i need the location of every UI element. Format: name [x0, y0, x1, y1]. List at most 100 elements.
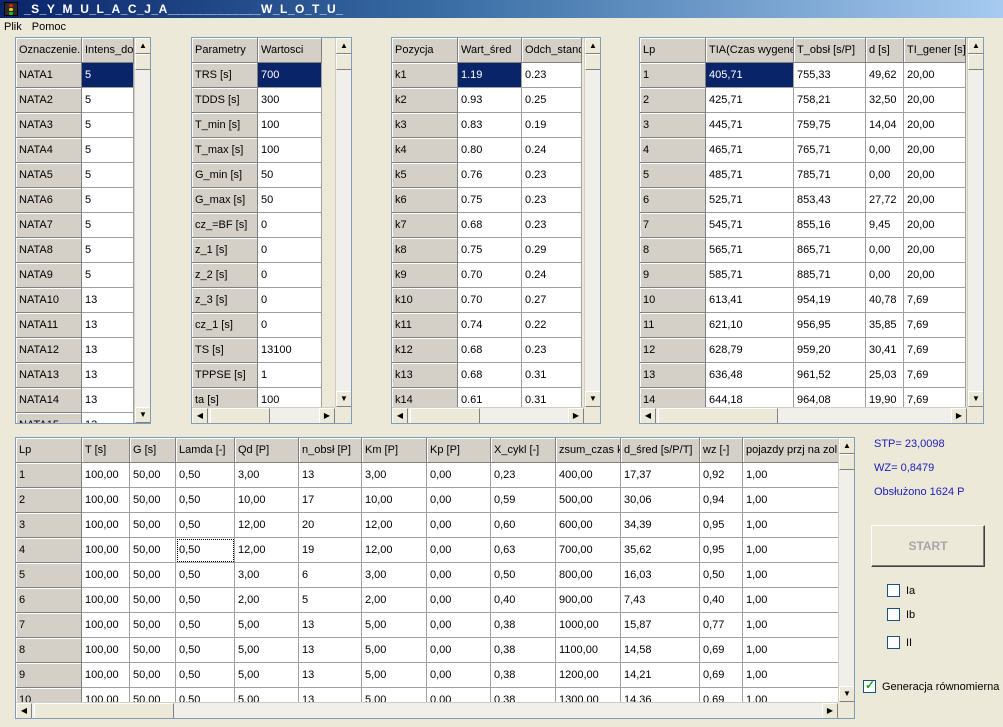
table-cell[interactable]: 0.19	[522, 113, 582, 138]
scroll-down-icon[interactable]: ▼	[585, 391, 600, 407]
table-cell[interactable]: 0.74	[458, 313, 522, 338]
table-cell[interactable]: 13	[82, 313, 134, 338]
nata-intensity-grid[interactable]: Oznaczenie. Intens_dop NATA1 5 NATA2 5 NATA3 5 N…	[15, 37, 151, 424]
column-header[interactable]: wz [-]	[700, 438, 743, 463]
vertical-scroll-thumb[interactable]	[336, 54, 351, 70]
scroll-right-icon[interactable]: ▶	[568, 408, 584, 423]
table-cell[interactable]: 5,00	[362, 638, 427, 663]
table-cell[interactable]: 0.76	[458, 163, 522, 188]
scroll-down-icon[interactable]: ▼	[968, 391, 983, 407]
table-row[interactable]: z_3 [s] 0	[192, 288, 322, 313]
table-cell[interactable]: 700	[258, 63, 322, 88]
table-cell[interactable]: 100	[258, 113, 322, 138]
table-cell[interactable]: 100,00	[82, 563, 130, 588]
table-row[interactable]: k5 0.76 0.23	[392, 163, 582, 188]
column-header[interactable]: d_śred [s/P/T]	[621, 438, 700, 463]
table-cell[interactable]: 0.68	[458, 338, 522, 363]
table-cell[interactable]: 0	[258, 213, 322, 238]
table-row[interactable]: NATA12 13	[16, 338, 134, 363]
table-row[interactable]: NATA6 5	[16, 188, 134, 213]
scroll-right-icon[interactable]: ▶	[822, 703, 838, 718]
column-header[interactable]: G [s]	[130, 438, 176, 463]
table-cell[interactable]: 954,19	[794, 288, 866, 313]
scroll-down-icon[interactable]: ▼	[839, 686, 854, 702]
table-cell[interactable]: 0.23	[522, 63, 582, 88]
table-row[interactable]: 7 545,71 855,16 9,45 20,00	[640, 213, 966, 238]
table-cell[interactable]: 1,00	[743, 613, 840, 638]
table-cell[interactable]: 961,52	[794, 363, 866, 388]
table-cell[interactable]: 0.23	[522, 188, 582, 213]
table-cell[interactable]: 100	[258, 138, 322, 163]
table-row[interactable]: 9 100,00 50,00 0,50 5,00 13 5,00 0,00 0,38 1200,0…	[16, 663, 840, 688]
table-cell[interactable]: 50,00	[130, 613, 176, 638]
table-row[interactable]: 11 621,10 956,95 35,85 7,69	[640, 313, 966, 338]
table-cell[interactable]: 100,00	[82, 513, 130, 538]
table-row[interactable]: k4 0.80 0.24	[392, 138, 582, 163]
table-cell[interactable]: 0.93	[458, 88, 522, 113]
table-row[interactable]: NATA2 5	[16, 88, 134, 113]
table-cell[interactable]: 50,00	[130, 513, 176, 538]
table-cell[interactable]: 0,95	[700, 538, 743, 563]
table-cell[interactable]: 0,95	[700, 513, 743, 538]
table-cell[interactable]: 0,63	[491, 538, 556, 563]
generation-times-grid[interactable]: Lp TIA(Czas wygene T_obsł [s/P] d [s] TI_gen…	[639, 37, 984, 424]
table-cell[interactable]: 7,69	[904, 313, 966, 338]
table-row[interactable]: k13 0.68 0.31	[392, 363, 582, 388]
table-row[interactable]: 8 100,00 50,00 0,50 5,00 13 5,00 0,00 0,38 1100,0…	[16, 638, 840, 663]
table-cell[interactable]: 0,50	[700, 563, 743, 588]
table-row[interactable]: 6 100,00 50,00 0,50 2,00 5 2,00 0,00 0,40 900,00 7…	[16, 588, 840, 613]
table-row[interactable]: 1 100,00 50,00 0,50 3,00 13 3,00 0,00 0,23 400,00…	[16, 463, 840, 488]
table-cell[interactable]: 800,00	[556, 563, 621, 588]
table-cell[interactable]: 0.23	[522, 163, 582, 188]
table-cell[interactable]: 0.23	[522, 213, 582, 238]
table-cell[interactable]: 0,00	[427, 538, 491, 563]
table-cell[interactable]: 5,00	[362, 613, 427, 638]
table-cell[interactable]: 27,72	[866, 188, 904, 213]
table-cell[interactable]: 5	[299, 588, 362, 613]
table-cell[interactable]: 1,00	[743, 513, 840, 538]
table-cell[interactable]: 445,71	[706, 113, 794, 138]
column-header[interactable]: n_obsł [P]	[299, 438, 362, 463]
table-cell[interactable]: 14,04	[866, 113, 904, 138]
table-cell[interactable]: 5	[82, 163, 134, 188]
table-cell[interactable]: 20,00	[904, 213, 966, 238]
vertical-scrollbar[interactable]: ▲ ▼	[584, 38, 600, 407]
scroll-up-icon[interactable]: ▲	[839, 438, 854, 454]
table-cell[interactable]: 13	[82, 413, 134, 423]
table-cell[interactable]: 0	[258, 263, 322, 288]
parameters-grid[interactable]: Parametry Wartosci TRS [s] 700 TDDS [s] 300 T_…	[191, 37, 352, 424]
table-cell[interactable]: 34,39	[621, 513, 700, 538]
column-header[interactable]: Intens_dop	[82, 38, 134, 63]
table-cell[interactable]: 35,62	[621, 538, 700, 563]
table-cell[interactable]: 400,00	[556, 463, 621, 488]
vertical-scroll-thumb[interactable]	[135, 54, 150, 70]
table-cell[interactable]: 0,00	[866, 238, 904, 263]
table-cell[interactable]: 13	[299, 613, 362, 638]
table-row[interactable]: 4 465,71 765,71 0,00 20,00	[640, 138, 966, 163]
column-header[interactable]: Wart_śred	[458, 38, 522, 63]
table-cell[interactable]: 1,00	[743, 638, 840, 663]
table-cell[interactable]: 10,00	[362, 488, 427, 513]
table-cell[interactable]: 865,71	[794, 238, 866, 263]
table-cell[interactable]: 0,94	[700, 488, 743, 513]
table-cell[interactable]: 20,00	[904, 88, 966, 113]
table-cell[interactable]: 0,00	[427, 663, 491, 688]
table-cell[interactable]: 0,00	[866, 263, 904, 288]
table-cell[interactable]: 0	[258, 313, 322, 338]
table-cell[interactable]: 7,43	[621, 588, 700, 613]
vertical-scrollbar[interactable]: ▲ ▼	[134, 38, 150, 423]
scroll-up-icon[interactable]: ▲	[585, 38, 600, 54]
table-row[interactable]: 9 585,71 885,71 0,00 20,00	[640, 263, 966, 288]
table-row[interactable]: k9 0.70 0.24	[392, 263, 582, 288]
table-cell[interactable]: 5	[82, 188, 134, 213]
vertical-scrollbar[interactable]: ▲ ▼	[967, 38, 983, 407]
table-cell[interactable]: 35,85	[866, 313, 904, 338]
table-cell[interactable]: 3,00	[362, 563, 427, 588]
table-cell[interactable]: 20,00	[904, 63, 966, 88]
table-row[interactable]: k8 0.75 0.29	[392, 238, 582, 263]
table-cell[interactable]: 20,00	[904, 238, 966, 263]
table-cell[interactable]: 636,48	[706, 363, 794, 388]
table-cell[interactable]: 1	[258, 363, 322, 388]
horizontal-scrollbar[interactable]: ◀ ▶	[640, 407, 967, 423]
table-cell[interactable]: 0.68	[458, 363, 522, 388]
